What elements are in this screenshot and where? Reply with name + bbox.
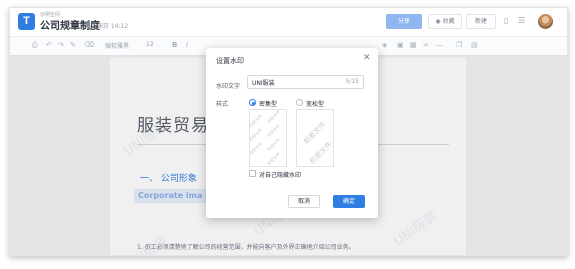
app-window: T 示例空间 公司规章制度 最近保存 14:12 分享 ◉ 收藏 新建 ▯ ☰ … xyxy=(9,7,568,256)
undo-icon[interactable]: ↶ xyxy=(46,41,52,49)
clear-format-icon[interactable]: ⌫ xyxy=(84,41,94,49)
preview-dense-text: 机密文件 xyxy=(249,141,264,157)
top-header: T 示例空间 公司规章制度 最近保存 14:12 分享 ◉ 收藏 新建 ▯ ☰ xyxy=(10,8,567,37)
eye-icon: ◉ xyxy=(435,18,443,25)
collect-button[interactable]: ◉ 收藏 xyxy=(428,14,462,29)
layout-icon[interactable]: ▤ xyxy=(471,41,478,49)
preview-dense-text: 机密文件 xyxy=(266,123,282,139)
watermark-dialog: 设置水印 ✕ 水印文字 UNI服装 5/15 样式 密集型 宽松型 机密文件 机… xyxy=(206,48,378,218)
dense-style-preview[interactable]: 机密文件 机密文件 机密文件 机密文件 机密文件 机密文件 机密文件 xyxy=(249,109,287,167)
bold-icon[interactable]: B xyxy=(172,41,177,49)
preview-dense-text: 机密文件 xyxy=(249,127,264,143)
table-icon[interactable]: ▦ xyxy=(410,41,417,49)
watermark-text-value: UNI服装 xyxy=(252,80,275,87)
image-icon[interactable]: ▣ xyxy=(397,41,404,49)
preview-dense-text: 机密文件 xyxy=(266,151,282,167)
new-button[interactable]: 新建 xyxy=(466,14,496,29)
radio-dense[interactable] xyxy=(249,99,256,106)
preview-dense-text: 机密文件 xyxy=(266,109,282,125)
print-icon[interactable]: ⎙ xyxy=(32,41,38,50)
copy-icon[interactable]: ❐ xyxy=(456,41,462,49)
radio-dense-label[interactable]: 密集型 xyxy=(259,99,277,108)
dialog-title: 设置水印 xyxy=(216,57,244,65)
radio-loose-label[interactable]: 宽松型 xyxy=(306,99,324,108)
hide-for-self-label[interactable]: 对自己隐藏水印 xyxy=(259,170,301,179)
hide-for-self-checkbox[interactable] xyxy=(249,170,256,177)
app-logo-icon: T xyxy=(18,13,35,30)
cancel-button[interactable]: 取消 xyxy=(288,195,320,208)
paint-icon[interactable]: ◈ xyxy=(382,41,387,49)
char-count: 5/15 xyxy=(345,78,359,85)
watermark-text-input[interactable]: UNI服装 5/15 xyxy=(247,75,364,89)
italic-icon[interactable]: I xyxy=(186,41,188,49)
watermark-text-label: 水印文字 xyxy=(216,83,241,90)
menu-icon[interactable]: ☰ xyxy=(518,16,525,25)
radio-loose[interactable] xyxy=(296,99,303,106)
collect-label: 收藏 xyxy=(442,18,455,25)
preview-dense-text: 机密文件 xyxy=(266,137,282,153)
preview-dense-text: 机密文件 xyxy=(249,113,264,129)
font-family-select[interactable]: 微软雅黑 xyxy=(105,41,129,50)
redo-icon[interactable]: ↷ xyxy=(58,41,64,49)
format-painter-icon[interactable]: ✎ xyxy=(70,41,76,49)
mobile-icon[interactable]: ▯ xyxy=(504,16,508,25)
avatar[interactable] xyxy=(538,14,553,29)
link-icon[interactable]: ∞ xyxy=(423,41,429,49)
divider-icon[interactable]: — xyxy=(436,41,443,49)
loose-style-preview[interactable]: 机密文件 机密文件 xyxy=(296,109,334,167)
close-icon[interactable]: ✕ xyxy=(363,53,371,63)
style-label: 样式 xyxy=(216,101,229,108)
share-button[interactable]: 分享 xyxy=(386,14,422,29)
preview-loose-text: 机密文件 xyxy=(308,140,334,166)
save-status: 最近保存 14:12 xyxy=(85,23,129,30)
confirm-button[interactable]: 确定 xyxy=(333,195,365,208)
font-size-select[interactable]: 12 xyxy=(146,41,154,48)
